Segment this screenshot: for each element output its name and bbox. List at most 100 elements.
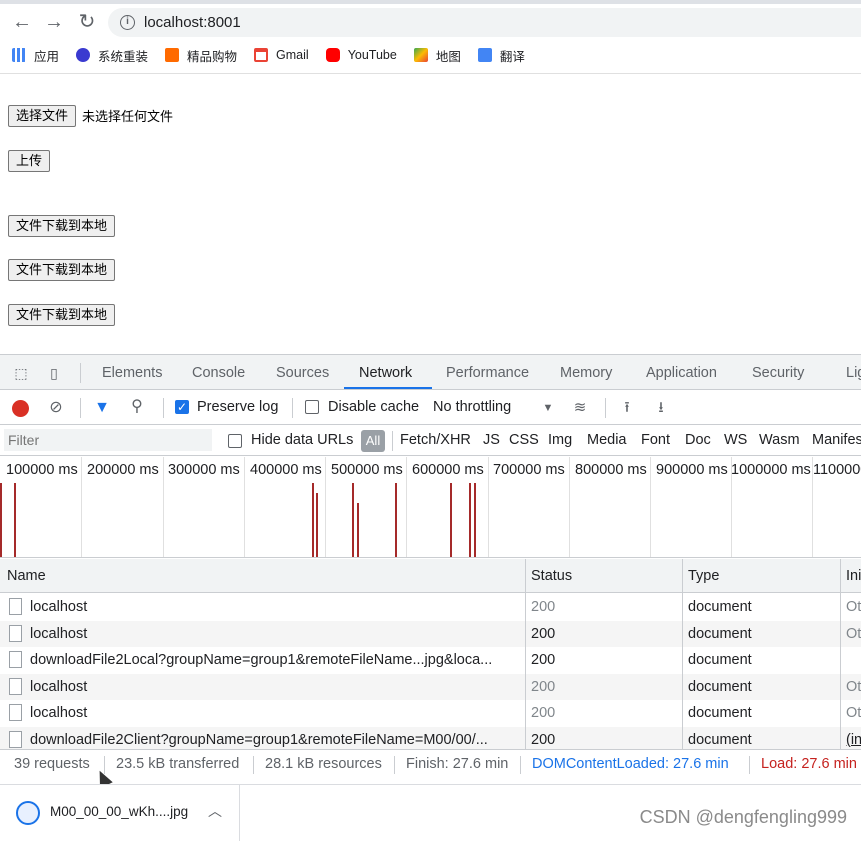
filter-type-img[interactable]: Img	[548, 432, 572, 448]
column-status-header[interactable]: Status	[531, 568, 572, 584]
download-item[interactable]: M00_00_00_wKh....jpg ︿	[0, 785, 240, 841]
request-status: 200	[531, 625, 556, 642]
document-icon	[9, 651, 22, 668]
filter-type-ws[interactable]: WS	[724, 432, 747, 448]
download-local-button[interactable]: 文件下载到本地	[8, 215, 116, 237]
network-conditions-icon[interactable]: ≋	[571, 399, 589, 417]
disable-cache-checkbox[interactable]	[305, 400, 319, 414]
maps-icon	[413, 48, 428, 62]
search-icon[interactable]: ⚲	[128, 398, 146, 416]
dropdown-arrow-icon[interactable]: ▼	[539, 399, 557, 417]
bookmark-maps[interactable]: 地图	[413, 46, 461, 65]
filter-type-js[interactable]: JS	[483, 432, 500, 448]
upload-button[interactable]: 上传	[8, 150, 51, 172]
back-arrow-icon[interactable]: ←	[10, 10, 34, 34]
download-filename[interactable]: M00_00_00_wKh....jpg	[50, 804, 188, 819]
choose-file-button[interactable]: 选择文件	[8, 105, 77, 127]
request-status: 200	[531, 705, 556, 721]
clear-icon[interactable]: ⊘	[47, 399, 65, 417]
tab-network[interactable]: Network	[359, 365, 412, 381]
tick-label: 500000 ms	[331, 462, 403, 478]
download-local-button[interactable]: 文件下载到本地	[8, 304, 116, 326]
record-icon[interactable]	[12, 400, 29, 417]
table-row[interactable]: localhost 200 document Ot	[0, 594, 861, 621]
bookmark-translate[interactable]: 翻译	[477, 46, 525, 65]
filter-type-media[interactable]: Media	[587, 432, 627, 448]
download-local-button[interactable]: 文件下载到本地	[8, 259, 116, 281]
tick-line	[406, 457, 407, 557]
active-tab-indicator	[344, 387, 432, 389]
table-header: Name Status Type Ini	[0, 559, 861, 593]
inspect-element-icon[interactable]: ⬚	[12, 364, 30, 382]
column-name-header[interactable]: Name	[7, 568, 46, 584]
request-table: Name Status Type Ini localhost 200 docum…	[0, 559, 861, 749]
tab-performance[interactable]: Performance	[446, 365, 529, 381]
hide-data-urls-checkbox[interactable]	[228, 434, 242, 448]
address-bar[interactable]: i localhost:8001	[108, 8, 861, 37]
column-initiator-header[interactable]: Ini	[846, 568, 861, 584]
network-overview-timeline[interactable]: 100000 ms 200000 ms 300000 ms 400000 ms …	[0, 457, 861, 558]
tab-application[interactable]: Application	[646, 365, 717, 381]
filter-type-manifest[interactable]: Manifes	[812, 432, 861, 448]
column-divider	[840, 559, 841, 749]
chevron-up-icon[interactable]: ︿	[208, 801, 222, 821]
filter-bar: Hide data URLs All Fetch/XHR JS CSS Img …	[0, 426, 861, 456]
filter-type-wasm[interactable]: Wasm	[759, 432, 800, 448]
bookmark-label: 系统重装	[98, 49, 149, 64]
document-icon	[9, 624, 22, 642]
request-bar	[316, 493, 318, 557]
tab-security[interactable]: Security	[752, 365, 804, 381]
request-initiator[interactable]: (in	[846, 732, 861, 748]
tab-elements[interactable]: Elements	[102, 365, 162, 381]
bookmark-gmail[interactable]: Gmail	[254, 48, 309, 62]
request-bar	[312, 483, 314, 557]
table-row[interactable]: localhost 200 document Ot	[0, 700, 861, 727]
request-bar	[395, 483, 397, 557]
request-name: downloadFile2Local?groupName=group1&remo…	[30, 652, 493, 668]
table-row[interactable]: localhost 200 document Ot	[0, 620, 861, 647]
tab-console[interactable]: Console	[192, 365, 245, 381]
bookmark-apps[interactable]: 应用	[12, 46, 59, 65]
tab-sources[interactable]: Sources	[276, 365, 329, 381]
import-har-icon[interactable]: ⭱	[618, 399, 636, 417]
device-toolbar-icon[interactable]: ▯	[45, 364, 63, 382]
table-row[interactable]: downloadFile2Local?groupName=group1&remo…	[0, 647, 861, 674]
filter-input[interactable]	[4, 429, 212, 451]
filter-funnel-icon[interactable]: ▼	[93, 399, 111, 417]
request-type: document	[688, 599, 752, 615]
summary-bar: 39 requests 23.5 kB transferred 28.1 kB …	[0, 749, 861, 779]
request-bar	[0, 483, 2, 557]
devtools-panel: ⬚ ▯ Elements Console Sources Network Per…	[0, 354, 861, 784]
reload-icon[interactable]: ↻	[75, 10, 99, 34]
tick-label: 1100000	[813, 462, 861, 478]
export-har-icon[interactable]: ⭳	[652, 399, 670, 417]
table-row[interactable]: downloadFile2Client?groupName=group1&rem…	[0, 726, 861, 749]
bookmark-youtube[interactable]: YouTube	[325, 48, 397, 62]
bookmark-shopping[interactable]: 精品购物	[165, 46, 237, 65]
tick-label: 1000000 ms	[731, 462, 811, 478]
tick-label: 400000 ms	[250, 462, 322, 478]
tab-lighthouse[interactable]: Lig	[846, 365, 861, 381]
divider	[605, 398, 606, 418]
filter-type-doc[interactable]: Doc	[685, 432, 711, 448]
request-name: localhost	[30, 599, 88, 615]
throttling-select[interactable]: No throttling	[433, 399, 511, 415]
column-type-header[interactable]: Type	[688, 568, 719, 584]
tab-strip	[0, 0, 861, 4]
table-row[interactable]: localhost 200 document Ot	[0, 673, 861, 700]
document-icon	[9, 677, 22, 695]
document-icon	[9, 730, 22, 748]
filter-type-fetch[interactable]: Fetch/XHR	[400, 432, 471, 448]
filter-type-all[interactable]: All	[361, 430, 385, 452]
request-initiator: Ot	[846, 625, 861, 642]
request-type: document	[688, 705, 752, 721]
request-name: localhost	[30, 678, 88, 695]
bookmark-system[interactable]: 系统重装	[76, 46, 148, 65]
preserve-log-checkbox[interactable]: ✓	[175, 400, 189, 414]
filter-type-css[interactable]: CSS	[509, 432, 539, 448]
url-text[interactable]: localhost:8001	[144, 14, 241, 31]
forward-arrow-icon[interactable]: →	[42, 10, 66, 34]
filter-type-font[interactable]: Font	[641, 432, 670, 448]
info-icon[interactable]: i	[120, 15, 135, 30]
tab-memory[interactable]: Memory	[560, 365, 612, 381]
